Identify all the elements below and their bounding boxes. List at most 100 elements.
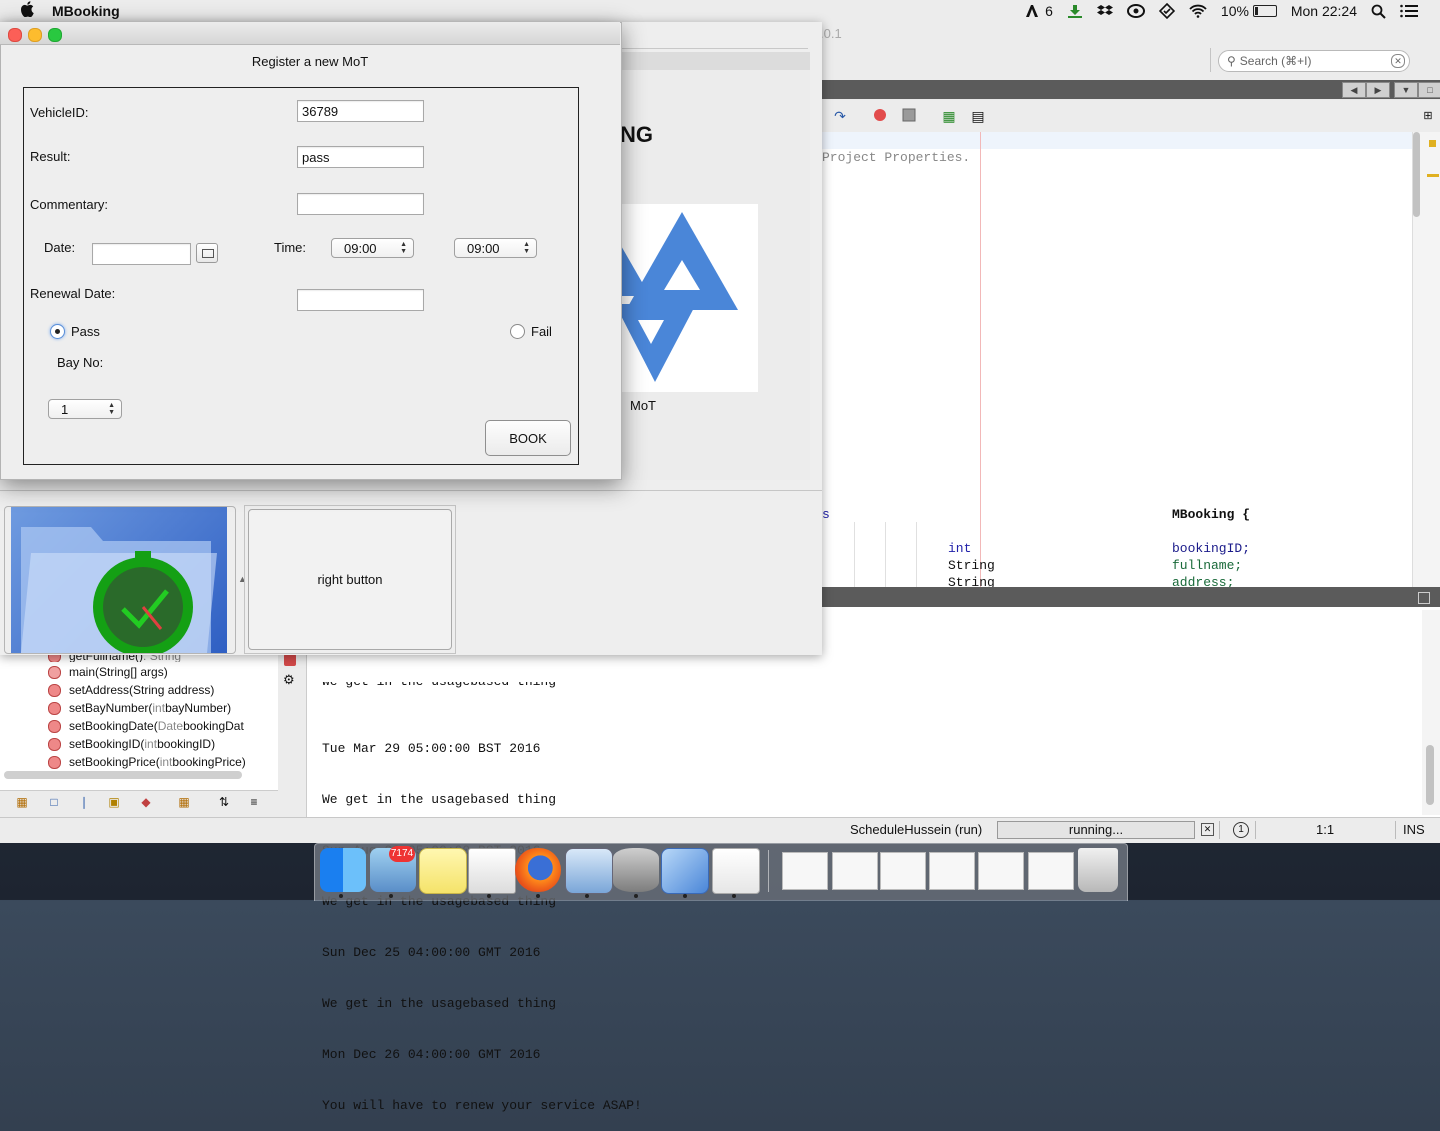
- sort-by-source-icon[interactable]: ≡: [246, 794, 262, 810]
- cancel-task-icon[interactable]: ✕: [1201, 823, 1214, 836]
- maximize-output-icon[interactable]: [1418, 592, 1430, 604]
- show-static-icon[interactable]: ❘: [76, 794, 92, 810]
- spinner-arrows-icon[interactable]: ▲ ▼: [523, 241, 530, 255]
- commentary-field[interactable]: [297, 193, 424, 215]
- book-button[interactable]: BOOK: [485, 420, 571, 456]
- wifi-icon[interactable]: [1189, 4, 1207, 18]
- clear-search-icon[interactable]: ✕: [1391, 54, 1405, 68]
- mail-badge: 7174: [389, 846, 415, 862]
- navigator-item[interactable]: main(String[] args): [48, 665, 168, 679]
- fail-radio-label[interactable]: Fail: [531, 324, 552, 339]
- zoom-window-button[interactable]: [48, 28, 62, 42]
- insert-mode[interactable]: INS: [1403, 822, 1425, 837]
- warning-marker[interactable]: [1427, 174, 1439, 177]
- scrollbar-thumb[interactable]: [1426, 745, 1434, 805]
- minimized-window-thumbnail[interactable]: [880, 852, 926, 890]
- minimized-window-thumbnail[interactable]: [978, 852, 1024, 890]
- app-menu-name[interactable]: MBooking: [52, 3, 120, 19]
- next-bookmark-icon[interactable]: ▦: [941, 108, 957, 124]
- scroll-tabs-left-button[interactable]: ◀: [1342, 82, 1366, 98]
- right-button[interactable]: right button: [248, 509, 452, 650]
- minimized-window-thumbnail[interactable]: [929, 852, 975, 890]
- spinner-arrows-icon[interactable]: ▲ ▼: [108, 402, 115, 416]
- spotlight-search-icon[interactable]: [1371, 4, 1386, 19]
- code-editor[interactable]: Project Properties. s MBooking { int boo…: [822, 132, 1412, 587]
- notes-icon[interactable]: [419, 848, 467, 894]
- ide-search-input[interactable]: ⚲ Search (⌘+I) ✕: [1218, 50, 1410, 72]
- indent-guide: [854, 522, 855, 587]
- time-spinner-end[interactable]: 09:00 ▲ ▼: [454, 238, 537, 258]
- status-divider: [1395, 821, 1396, 839]
- calendar-picker-button[interactable]: [196, 243, 218, 263]
- firefox-icon[interactable]: [515, 848, 561, 892]
- date-label: Date:: [44, 240, 76, 255]
- creative-cloud-icon[interactable]: [1126, 4, 1145, 18]
- apple-icon[interactable]: [20, 1, 34, 21]
- running-indicator: [487, 894, 491, 898]
- stop-macro-icon[interactable]: [901, 108, 917, 124]
- minimize-window-button[interactable]: [28, 28, 42, 42]
- schedule-folder-image: [11, 507, 227, 657]
- download-icon[interactable]: [1067, 4, 1083, 18]
- navigator-item[interactable]: setAddress(String address): [48, 683, 214, 697]
- navigator-item[interactable]: setBayNumber(int bayNumber): [48, 701, 231, 715]
- finder-icon[interactable]: [320, 848, 366, 892]
- output-scrollbar[interactable]: [1422, 610, 1440, 815]
- navigator-item[interactable]: setBookingID(int bookingID): [48, 737, 215, 751]
- java-icon[interactable]: [712, 848, 760, 894]
- date-field[interactable]: [92, 243, 191, 265]
- adobe-status-item[interactable]: 6: [1025, 3, 1053, 19]
- method-icon: [48, 737, 61, 751]
- show-fields-icon[interactable]: □: [46, 794, 62, 810]
- maximize-editor-button[interactable]: □: [1418, 82, 1440, 98]
- document-icon[interactable]: [468, 848, 516, 894]
- inherited-members-icon[interactable]: ▦: [14, 794, 30, 810]
- renewal-date-field[interactable]: [297, 289, 424, 311]
- warning-marker[interactable]: [1429, 140, 1436, 147]
- running-indicator: [339, 894, 343, 898]
- non-public-members-icon[interactable]: ▣: [106, 794, 122, 810]
- main-heading: NG: [620, 122, 653, 147]
- scrollbar-thumb[interactable]: [1413, 132, 1420, 217]
- local-classes-icon[interactable]: ◆: [138, 794, 154, 810]
- record-macro-icon[interactable]: [872, 108, 888, 124]
- result-field[interactable]: pass: [297, 146, 424, 168]
- navigator-item[interactable]: setBookingDate(Date bookingDat: [48, 719, 244, 733]
- bay-no-spinner[interactable]: 1 ▲ ▼: [48, 399, 122, 419]
- comment-icon[interactable]: ▤: [970, 108, 986, 124]
- vehicle-id-field[interactable]: 36789: [297, 100, 424, 122]
- sort-by-name-icon[interactable]: ⇅: [216, 794, 232, 810]
- scroll-tabs-right-button[interactable]: ▶: [1366, 82, 1390, 98]
- show-opened-documents-button[interactable]: ▼: [1394, 82, 1418, 98]
- stop-run-icon[interactable]: [284, 654, 296, 666]
- pass-radio-label[interactable]: Pass: [71, 324, 100, 339]
- time-label: Time:: [274, 240, 307, 255]
- battery-status[interactable]: 10%: [1221, 3, 1277, 19]
- minimized-window-thumbnail[interactable]: [832, 852, 878, 890]
- navigator-hscrollbar[interactable]: [4, 771, 242, 779]
- notifications-icon[interactable]: 1: [1233, 822, 1249, 838]
- fail-radio[interactable]: [510, 324, 525, 339]
- pass-radio[interactable]: [50, 324, 65, 339]
- step-into-icon[interactable]: ↷: [832, 108, 848, 124]
- preview-icon[interactable]: [565, 848, 613, 894]
- editor-scrollbar[interactable]: [1412, 132, 1440, 587]
- dropbox-icon[interactable]: [1096, 4, 1113, 18]
- fqn-icon[interactable]: ▦: [176, 794, 192, 810]
- running-task-label[interactable]: ScheduleHussein (run): [850, 822, 982, 837]
- navigator-item[interactable]: setBookingPrice(int bookingPrice): [48, 755, 246, 769]
- mot-triangle-logo-icon: [615, 212, 738, 382]
- virtualbox-cube-icon[interactable]: [661, 848, 709, 894]
- toolbar-overflow-icon[interactable]: ⊞: [1420, 108, 1436, 124]
- sync-icon[interactable]: [1158, 3, 1175, 19]
- close-window-button[interactable]: [8, 28, 22, 42]
- time-spinner-start[interactable]: 09:00 ▲ ▼: [331, 238, 414, 258]
- minimized-window-thumbnail[interactable]: [782, 852, 828, 890]
- trash-icon[interactable]: [1078, 848, 1118, 892]
- database-icon[interactable]: [613, 848, 659, 892]
- rerun-settings-icon[interactable]: ⚙: [283, 672, 295, 688]
- clock[interactable]: Mon 22:24: [1291, 3, 1357, 19]
- notification-center-icon[interactable]: [1400, 4, 1418, 18]
- minimized-window-thumbnail[interactable]: [1028, 852, 1074, 890]
- spinner-arrows-icon[interactable]: ▲ ▼: [400, 241, 407, 255]
